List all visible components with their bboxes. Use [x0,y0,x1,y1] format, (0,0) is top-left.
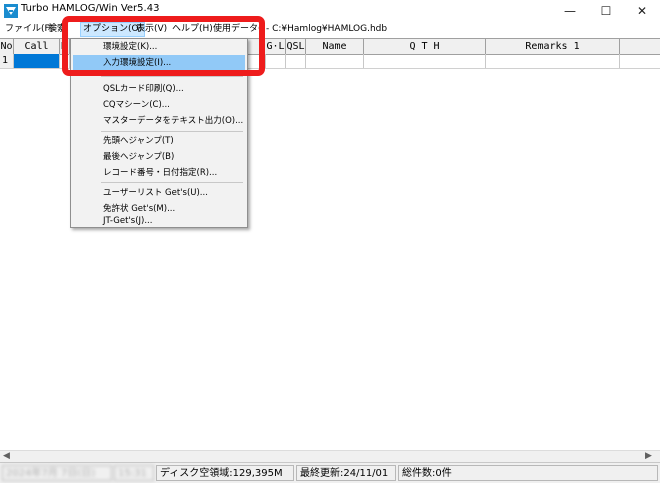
database-path: - C:¥Hamlog¥HAMLOG.hdb [266,24,388,34]
column-header-name[interactable]: Name [306,39,364,54]
qth-cell[interactable] [364,54,486,68]
name-cell[interactable] [306,54,364,68]
menu-item-jump-to-last[interactable]: 最後へジャンプ(B) [73,149,245,165]
column-header-call[interactable]: Call [14,39,60,54]
status-bar: 2024年7月 7日(日) 15:31 ディスク空領域:129,395M 最終更… [0,462,660,483]
menu-separator [101,131,243,132]
status-total-count: 総件数:0件 [398,465,658,481]
menu-item-qsl-card-print[interactable]: QSLカード印刷(Q)... [73,81,245,97]
column-header-no[interactable]: No [0,39,14,54]
menu-separator [101,76,243,77]
scroll-left-arrow-icon[interactable]: ◀ [3,451,10,461]
column-header-qth[interactable]: Q T H [364,39,486,54]
status-time-blurred: 15:31 [114,465,154,481]
minimize-button[interactable]: — [552,0,588,21]
window-title: Turbo HAMLOG/Win Ver5.43 [21,3,160,14]
column-header-remarks1[interactable]: Remarks 1 [486,39,620,54]
status-datetime-blurred: 2024年7月 7日(日) [2,465,112,481]
menu-item-master-data-text-export[interactable]: マスターデータをテキスト出力(O)... [73,113,245,129]
menu-item-jt-gets[interactable]: JT-Get's(J)... [73,215,245,227]
qsl-cell[interactable] [286,54,306,68]
gl-cell[interactable] [266,54,286,68]
remarks1-cell[interactable] [486,54,620,68]
column-header-gl[interactable]: G·L [266,39,286,54]
selected-call-cell[interactable] [14,54,60,68]
close-button[interactable]: ✕ [624,0,660,21]
column-header-qsl[interactable]: QSL [286,39,306,54]
menu-item-cq-machine[interactable]: CQマシーン(C)... [73,97,245,113]
menu-separator [101,182,243,183]
highlight-annotation-box [62,16,265,76]
menu-item-record-date-select[interactable]: レコード番号・日付指定(R)... [73,165,245,181]
scroll-right-arrow-icon[interactable]: ▶ [645,451,652,461]
status-last-update: 最終更新:24/11/01 [296,465,396,481]
row-number: 1 [0,54,14,68]
status-disk-free: ディスク空領域:129,395M [156,465,294,481]
menu-item-user-list-gets[interactable]: ユーザーリスト Get's(U)... [73,185,245,201]
app-logo-icon [4,3,18,18]
maximize-button[interactable]: ☐ [588,0,624,21]
menu-item-jump-to-first[interactable]: 先頭へジャンプ(T) [73,133,245,149]
